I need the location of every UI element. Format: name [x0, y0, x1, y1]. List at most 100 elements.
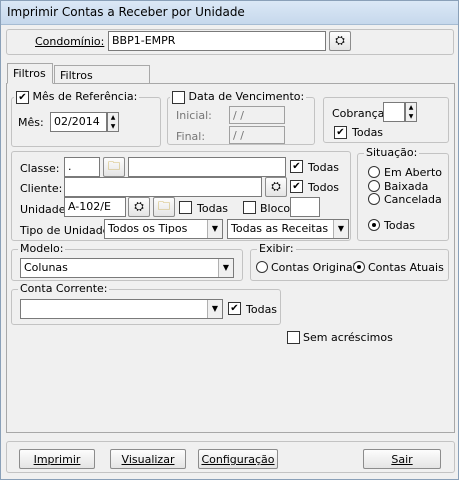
visualizar-label: Visualizar: [121, 453, 175, 466]
cliente-label: Cliente:: [20, 182, 63, 195]
mes-referencia-label: Mês de Referência:: [32, 90, 138, 103]
modelo-select[interactable]: Colunas ▼: [20, 258, 234, 278]
condominio-search-button[interactable]: ⛭: [329, 31, 351, 51]
data-vencimento-group: Data de Vencimento: Inicial: / / Final: …: [167, 90, 315, 145]
configuracao-label: Configuração: [201, 453, 275, 466]
modelo-legend: Modelo:: [18, 242, 66, 255]
receitas-value: Todas as Receitas: [231, 222, 329, 235]
sair-button[interactable]: Sair: [363, 449, 441, 469]
tab-filtros[interactable]: Filtros: [7, 63, 53, 84]
mes-referencia-group: Mês de Referência: Mês: 02/2014 ▲▼: [11, 90, 161, 147]
configuracao-button[interactable]: Configuração: [198, 449, 278, 469]
tipo-unidade-label: Tipo de Unidade:: [20, 224, 114, 237]
condominio-input[interactable]: BBP1-EMPR: [108, 31, 326, 51]
sem-acrescimos-label: Sem acréscimos: [303, 331, 393, 344]
unidade-input[interactable]: A-102/E: [64, 197, 126, 217]
filters-group: Classe: . 🗀 Todas Cliente: ⛭ Todos Unida…: [11, 151, 351, 241]
classe-folder-button[interactable]: 🗀: [103, 157, 125, 177]
classe-todas-label: Todas: [308, 161, 340, 174]
cobranca-todas-label: Todas: [352, 126, 384, 139]
inicial-input[interactable]: / /: [229, 106, 285, 124]
final-label: Final:: [176, 130, 206, 143]
conta-corrente-todas-label: Todas: [246, 303, 278, 316]
situacao-baixada-label: Baixada: [384, 180, 429, 193]
cliente-input[interactable]: [64, 177, 262, 197]
cobranca-todas-checkbox[interactable]: [334, 126, 347, 139]
chevron-down-icon: ▼: [207, 300, 222, 318]
sem-acrescimos-checkbox[interactable]: [287, 331, 300, 344]
condominio-label: Condomínio:: [35, 35, 105, 48]
imprimir-button[interactable]: Imprimir: [19, 449, 95, 469]
conta-corrente-select[interactable]: ▼: [20, 299, 223, 319]
situacao-group: Situação: Em Aberto Baixada Cancelada To…: [357, 146, 449, 241]
classe-todas-checkbox[interactable]: [290, 160, 303, 173]
chevron-down-icon: ▼: [207, 220, 222, 238]
situacao-cancelada-label: Cancelada: [384, 193, 442, 206]
unidade-label: Unidade:: [20, 203, 70, 216]
situacao-em-aberto-label: Em Aberto: [384, 166, 443, 179]
sair-label: Sair: [391, 453, 413, 466]
exibir-atuais-label: Contas Atuais: [368, 261, 444, 274]
data-vencimento-label: Data de Vencimento:: [188, 90, 305, 103]
chevron-down-icon: ▼: [333, 220, 348, 238]
chevron-down-icon: ▼: [218, 259, 233, 277]
title-bar: Imprimir Contas a Receber por Unidade: [1, 1, 458, 25]
folder-icon: 🗀: [157, 199, 170, 213]
conta-corrente-todas-checkbox[interactable]: [228, 302, 241, 315]
exibir-originais-radio[interactable]: [256, 261, 268, 273]
receitas-select[interactable]: Todas as Receitas ▼: [227, 219, 349, 239]
condominio-group: Condomínio: BBP1-EMPR ⛭: [6, 29, 454, 55]
cliente-todos-checkbox[interactable]: [290, 180, 303, 193]
inicial-label: Inicial:: [176, 109, 212, 122]
conta-corrente-group: Conta Corrente: ▼ Todas: [11, 282, 281, 325]
binoculars-icon: ⛭: [134, 199, 144, 213]
situacao-todas-radio[interactable]: [368, 219, 380, 231]
classe-input[interactable]: [128, 157, 286, 177]
visualizar-button[interactable]: Visualizar: [110, 449, 186, 469]
situacao-em-aberto-radio[interactable]: [368, 166, 380, 178]
exibir-legend: Exibir:: [257, 242, 296, 255]
bloco-input[interactable]: [290, 197, 320, 217]
folder-icon: 🗀: [107, 159, 120, 173]
unidade-search-button[interactable]: ⛭: [128, 197, 150, 217]
tipo-unidade-select[interactable]: Todos os Tipos ▼: [104, 219, 223, 239]
mes-spinner[interactable]: ▲ ▼: [107, 112, 119, 132]
window-title: Imprimir Contas a Receber por Unidade: [7, 5, 245, 19]
unidade-todas-label: Todas: [197, 202, 229, 215]
exibir-group: Exibir: Contas Originais Contas Atuais: [250, 242, 449, 281]
binoculars-icon: ⛭: [271, 179, 281, 193]
data-vencimento-legend: Data de Vencimento:: [170, 90, 307, 104]
unidade-todas-checkbox[interactable]: [179, 201, 192, 214]
mes-input[interactable]: 02/2014: [50, 112, 107, 132]
tipo-unidade-value: Todos os Tipos: [108, 222, 188, 235]
tab-filtros-label: Filtros: [13, 67, 46, 80]
cobranca-group: Cobrança: ▲▼ Todas: [323, 97, 449, 143]
exibir-atuais-radio[interactable]: [353, 261, 365, 273]
situacao-cancelada-radio[interactable]: [368, 193, 380, 205]
bloco-checkbox[interactable]: [243, 201, 256, 214]
cobranca-spinner[interactable]: ▲ ▼: [405, 102, 417, 122]
mes-label: Mês:: [18, 116, 44, 129]
imprimir-label: Imprimir: [33, 453, 81, 466]
cliente-todos-label: Todos: [308, 181, 340, 194]
tab-filtros-avancados[interactable]: Filtros Avançados: [54, 65, 150, 95]
print-dialog-window: Imprimir Contas a Receber por Unidade Co…: [0, 0, 459, 480]
modelo-value: Colunas: [24, 261, 68, 274]
situacao-baixada-radio[interactable]: [368, 180, 380, 192]
buttons-panel: Imprimir Visualizar Configuração Sair: [6, 441, 455, 473]
cobranca-input[interactable]: [383, 102, 405, 122]
bloco-label: Bloco: [260, 202, 291, 215]
cliente-search-button[interactable]: ⛭: [265, 177, 287, 197]
final-input[interactable]: / /: [229, 126, 285, 144]
classe-code-input[interactable]: .: [64, 157, 100, 177]
classe-label: Classe:: [20, 162, 60, 175]
data-vencimento-checkbox[interactable]: [172, 90, 185, 104]
unidade-folder-button[interactable]: 🗀: [153, 197, 175, 217]
modelo-group: Modelo: Colunas ▼: [11, 242, 243, 281]
mes-referencia-checkbox[interactable]: [16, 90, 29, 104]
situacao-todas-label: Todas: [384, 219, 416, 232]
exibir-originais-label: Contas Originais: [271, 261, 362, 274]
situacao-legend: Situação:: [364, 146, 420, 159]
binoculars-icon: ⛭: [335, 33, 345, 47]
mes-referencia-legend: Mês de Referência:: [14, 90, 140, 104]
